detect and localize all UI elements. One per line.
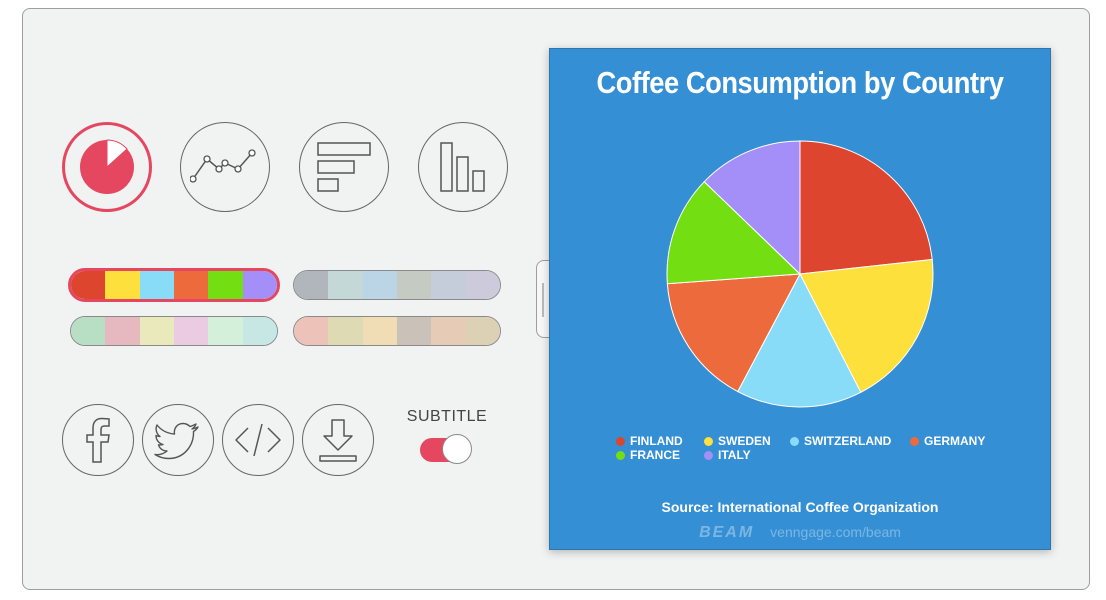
download-button[interactable] [302, 404, 374, 476]
palette-swatch [362, 317, 397, 345]
palette-swatch [139, 317, 174, 345]
subtitle-label: SUBTITLE [406, 408, 488, 425]
color-palette-1[interactable] [68, 268, 280, 302]
palette-swatch [328, 317, 363, 345]
palette-swatch [465, 271, 500, 299]
watermark: BEAM venngage.com/beam [549, 524, 1051, 542]
pie-chart [666, 140, 934, 408]
palette-swatch [208, 271, 243, 299]
legend-label: GERMANY [924, 434, 986, 448]
legend-item-italy: ITALY [704, 448, 751, 462]
palette-swatch [465, 317, 500, 345]
palette-swatch [431, 271, 466, 299]
watermark-url: venngage.com/beam [770, 524, 901, 540]
palette-swatch [328, 271, 363, 299]
watermark-brand: BEAM [699, 524, 755, 541]
twitter-icon [154, 422, 199, 460]
legend-swatch [704, 450, 713, 460]
chart-preview: Coffee Consumption by Country FINLAND SWE… [549, 48, 1051, 550]
legend-swatch [616, 436, 625, 446]
facebook-icon [86, 417, 110, 463]
embed-code-button[interactable] [222, 404, 294, 476]
embed-code-icon [235, 423, 281, 457]
download-icon [319, 419, 357, 462]
twitter-share-button[interactable] [142, 404, 214, 476]
legend-swatch [790, 436, 799, 446]
subtitle-toggle[interactable] [420, 434, 474, 466]
palette-swatch [71, 271, 106, 299]
palette-swatch [294, 271, 329, 299]
legend-item-switzerland: SWITZERLAND [790, 434, 891, 448]
palette-swatch [362, 271, 397, 299]
palette-swatch [396, 271, 432, 299]
palette-swatch [139, 271, 174, 299]
legend-label: SWEDEN [718, 434, 771, 448]
palette-swatch [105, 271, 140, 299]
legend-label: FRANCE [630, 448, 680, 462]
pie-chart-icon [80, 139, 134, 194]
palette-swatch [71, 317, 106, 345]
legend-item-sweden: SWEDEN [704, 434, 771, 448]
legend-swatch [616, 450, 625, 460]
color-palette-3[interactable] [70, 316, 278, 346]
color-palette-4[interactable] [293, 316, 501, 346]
pie-chart-type-button[interactable] [62, 122, 152, 212]
palette-swatch [431, 317, 466, 345]
legend-item-finland: FINLAND [616, 434, 683, 448]
facebook-share-button[interactable] [62, 404, 134, 476]
line-chart-icon [190, 149, 256, 183]
palette-swatch [173, 271, 209, 299]
palette-swatch [242, 271, 277, 299]
legend-swatch [704, 436, 713, 446]
legend-swatch [910, 436, 919, 446]
palette-swatch [105, 317, 140, 345]
palette-swatch [173, 317, 209, 345]
palette-swatch [242, 317, 277, 345]
color-palette-2[interactable] [293, 270, 501, 300]
legend-label: FINLAND [630, 434, 683, 448]
legend-label: ITALY [718, 448, 751, 462]
chart-source: Source: International Coffee Organizatio… [661, 499, 939, 515]
legend-item-germany: GERMANY [910, 434, 985, 448]
bar-chart-type-button[interactable] [299, 122, 389, 212]
legend-label: SWITZERLAND [804, 434, 892, 448]
column-chart-type-button[interactable] [418, 122, 508, 212]
palette-swatch [396, 317, 432, 345]
pie-slice-finland [799, 140, 933, 275]
line-chart-type-button[interactable] [180, 122, 270, 212]
column-chart-icon [440, 142, 485, 192]
legend-item-france: FRANCE [616, 448, 680, 462]
palette-swatch [208, 317, 243, 345]
toggle-knob [442, 434, 472, 464]
palette-swatch [294, 317, 329, 345]
horizontal-bar-chart-icon [317, 142, 371, 192]
